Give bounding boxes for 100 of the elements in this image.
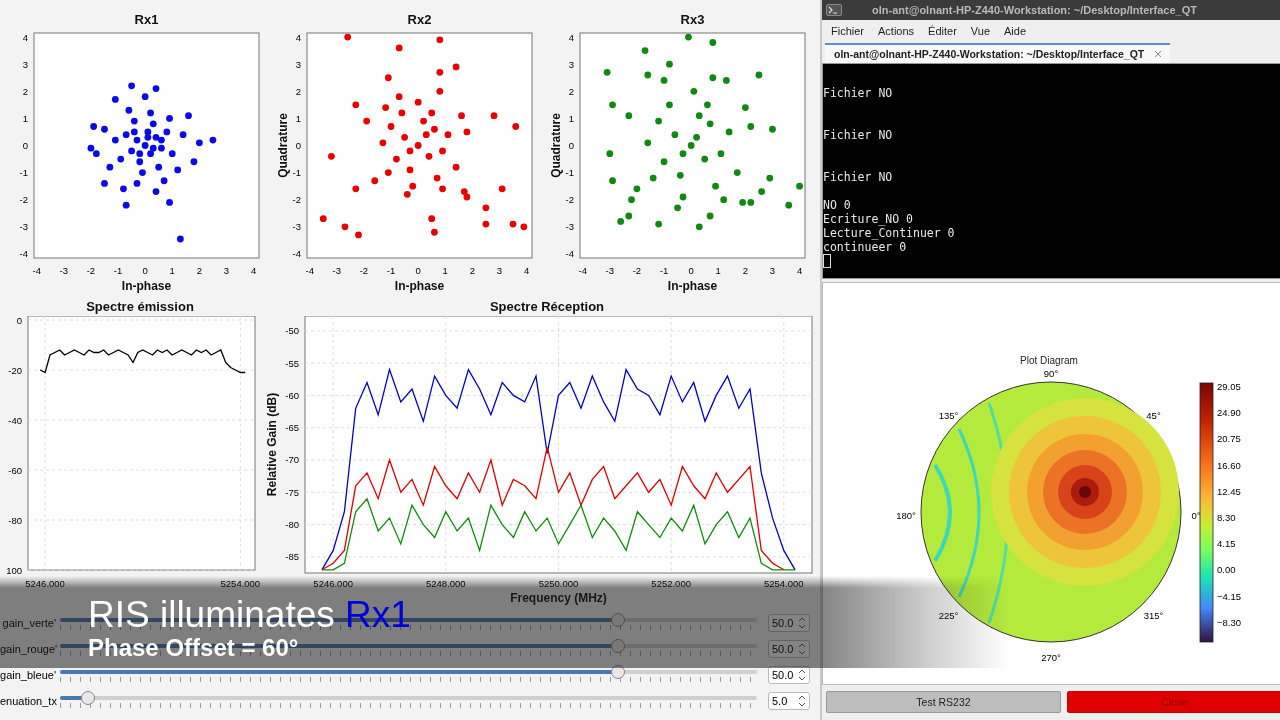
tick-label: 3 <box>568 58 574 70</box>
tick-label: 12.45 <box>1217 485 1241 497</box>
tick-label: -2 <box>359 265 369 276</box>
slider-label: gain_verte' <box>1 617 56 629</box>
tick-label: 1 <box>715 265 721 276</box>
tick-label: -3 <box>605 265 615 276</box>
tick-label: -80 <box>8 514 22 526</box>
chart-title: Rx3 <box>680 12 705 29</box>
tick-label: -40 <box>8 414 22 426</box>
angle-label: 315° <box>1143 610 1164 622</box>
menu-item[interactable]: Aide <box>1004 24 1027 37</box>
tick-label: 3 <box>769 265 776 276</box>
tick-label: 0 <box>688 265 694 276</box>
menu-item[interactable]: Éditer <box>928 24 957 37</box>
tick-label: -80 <box>285 519 299 531</box>
tick-label: -4 <box>305 265 314 276</box>
tick-label: -1 <box>386 265 396 276</box>
test-button[interactable]: Test RS232 <box>826 691 1061 713</box>
tick-label: -20 <box>8 364 22 376</box>
axis-title: Quadrature <box>549 113 563 178</box>
terminal-tab[interactable]: oln-ant@olnant-HP-Z440-Workstation: ~/Desktop/Interface_QT <box>825 43 1171 63</box>
tick-label: 1 <box>568 112 574 124</box>
tick-label: -2 <box>565 194 574 206</box>
angle-label: 180° <box>896 510 916 521</box>
tick-label: -4 <box>565 248 574 260</box>
angle-label: 90° <box>1043 368 1059 379</box>
angle-label: 135° <box>938 409 959 421</box>
tick-label: 4 <box>22 31 28 43</box>
tick-label: 4 <box>250 265 257 276</box>
slider-label: gain_bleue' <box>0 669 56 681</box>
tick-label: 2 <box>742 265 748 276</box>
tick-label: -70 <box>285 454 299 466</box>
tick-label: 5246.000 <box>25 578 65 589</box>
tick-label: 5252.000 <box>651 578 691 589</box>
chart-title: Spectre émission <box>86 299 194 316</box>
tick-label: -4 <box>292 248 301 260</box>
tick-label: 4.15 <box>1217 538 1236 550</box>
tick-label: 2 <box>295 85 301 97</box>
tick-label: 20.75 <box>1217 433 1241 445</box>
tick-label: -65 <box>285 422 299 434</box>
tick-label: 2 <box>568 85 574 97</box>
tick-label: 100 <box>6 564 22 576</box>
axis-title: Frequency (MHz) <box>510 591 607 605</box>
tick-label: -2 <box>292 194 301 206</box>
menu-item[interactable]: Vue <box>970 24 990 37</box>
tick-label: 4 <box>568 31 574 43</box>
menu-item[interactable]: Fichier <box>831 24 864 37</box>
tick-label: 2 <box>22 85 28 97</box>
angle-label: 270° <box>1041 652 1061 663</box>
tick-label: -3 <box>332 265 342 276</box>
tick-label: -2 <box>632 265 642 276</box>
tick-label: 24.90 <box>1217 407 1241 419</box>
chart-title: Rx1 <box>134 12 159 29</box>
tick-label: 5254.000 <box>220 578 260 589</box>
chart-title: Rx2 <box>407 12 432 29</box>
tick-label: 0.00 <box>1217 564 1236 576</box>
tick-label: -4 <box>578 265 587 276</box>
menu-item[interactable]: Actions <box>878 24 915 37</box>
tick-label: 0 <box>415 265 421 276</box>
tick-label: -1 <box>19 167 28 179</box>
tick-label: -1 <box>565 167 574 179</box>
tick-label: 1 <box>295 112 301 124</box>
spin-box[interactable]: 50.0 <box>768 640 810 658</box>
tick-label: 0 <box>142 265 148 276</box>
tick-label: 2 <box>469 265 475 276</box>
tick-label: -2 <box>19 194 28 206</box>
tick-label: -1 <box>292 167 301 179</box>
tick-label: 4 <box>796 265 803 276</box>
tick-label: 5248.000 <box>426 578 466 589</box>
axis-title: In-phase <box>667 279 718 293</box>
spin-box[interactable]: 50.0 <box>768 614 810 632</box>
chart-title: Spectre Réception <box>489 299 605 316</box>
angle-label: 0° <box>1191 510 1201 521</box>
tick-label: 5254.000 <box>764 578 804 589</box>
tick-label: -4 <box>32 265 41 276</box>
tick-label: -85 <box>285 551 299 563</box>
tick-label: 3 <box>223 265 230 276</box>
axis-title: In-phase <box>394 279 445 293</box>
plot-title: Plot Diagram <box>1020 355 1078 366</box>
axis-title: Relative Gain (dB) <box>265 392 279 497</box>
terminal-line: Fichier NO <box>823 86 894 100</box>
tick-label: 1 <box>442 265 448 276</box>
tick-label: -3 <box>565 221 574 233</box>
tick-label: -3 <box>19 221 28 233</box>
tick-label: 4 <box>523 265 530 276</box>
axis-title: Quadrature <box>276 113 290 178</box>
spin-box[interactable]: 50.0 <box>768 666 810 684</box>
terminal-line: continueer 0 <box>823 240 908 254</box>
tick-label: -50 <box>285 325 299 337</box>
spin-box[interactable]: 5.0 <box>768 692 810 710</box>
tick-label: 5246.000 <box>313 578 353 589</box>
tick-label: -60 <box>8 464 22 476</box>
tick-label: -2 <box>86 265 96 276</box>
tick-label: 5250.000 <box>538 578 579 589</box>
tick-label: 0 <box>22 140 28 151</box>
terminal-line: Fichier NO <box>823 128 894 142</box>
tick-label: -55 <box>285 357 299 369</box>
tick-label: -3 <box>59 265 69 276</box>
tick-label: 1 <box>169 265 175 276</box>
window-title: oln-ant@olnant-HP-Z440-Workstation: ~/Desktop/Interface_QT <box>872 4 1197 16</box>
